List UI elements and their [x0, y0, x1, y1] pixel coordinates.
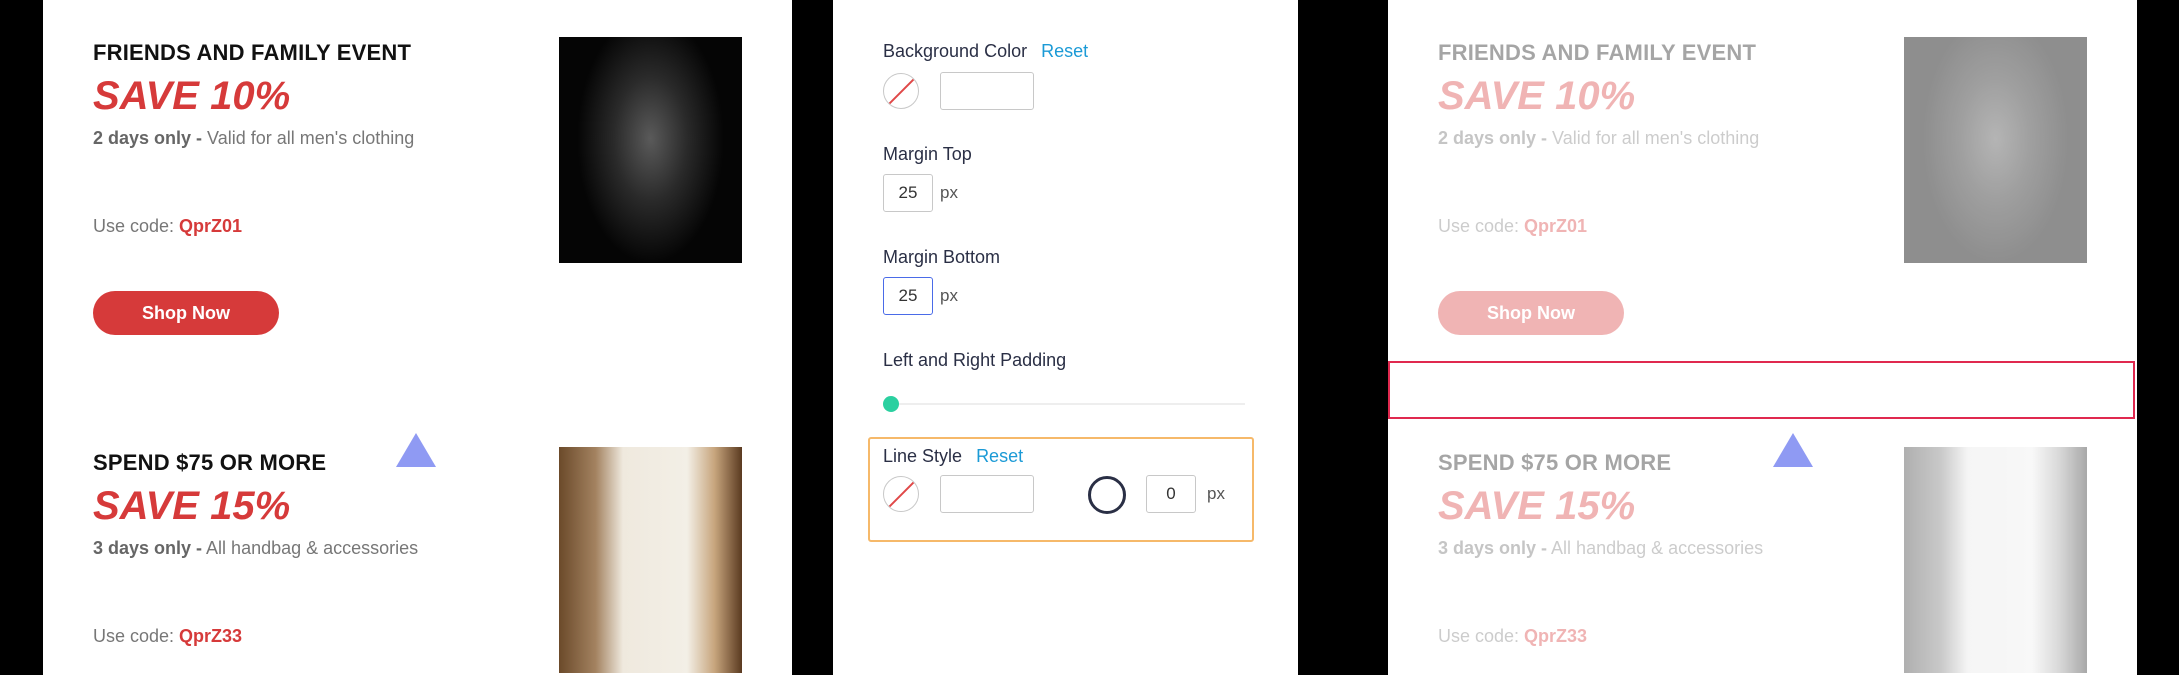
promo-code: QprZ33 [179, 626, 243, 646]
promo-code: QprZ33 [1524, 626, 1588, 646]
promo-code-line: Use code: QprZ01 [1438, 216, 1588, 236]
promo-code-line: Use code: QprZ33 [1438, 626, 1588, 646]
handbag-photo [1904, 447, 2087, 673]
promo-code-line: Use code: QprZ33 [93, 626, 243, 646]
padding-slider[interactable] [883, 403, 1245, 405]
line-color-input[interactable] [940, 475, 1034, 513]
promo-code: QprZ01 [179, 216, 243, 236]
padding-label: Left and Right Padding [883, 350, 1067, 370]
promo-code-line: Use code: QprZ01 [93, 216, 243, 236]
man-photo [559, 37, 742, 263]
background-color-input[interactable] [940, 72, 1034, 110]
line-width-unit: px [1207, 484, 1225, 503]
background-color-label: Background Color Reset [883, 41, 1089, 61]
margin-bottom-label: Margin Bottom [883, 247, 1001, 267]
line-style-label: Line Style Reset [883, 446, 1024, 466]
margin-top-input[interactable]: 25 [883, 174, 933, 212]
background-color-reset-link[interactable]: Reset [1041, 41, 1088, 61]
settings-panel: Background Color Reset Margin Top 25 px M… [833, 0, 1298, 675]
man-photo [1904, 37, 2087, 263]
no-color-swatch-icon[interactable] [883, 476, 919, 512]
promo-code: QprZ01 [1524, 216, 1588, 236]
selected-divider-block[interactable] [1388, 361, 2135, 419]
handbag-photo [559, 447, 742, 673]
email-preview-panel: FRIENDS AND FAMILY EVENT SAVE 10% 2 days… [43, 0, 792, 675]
shop-now-button[interactable]: Shop Now [93, 291, 279, 335]
margin-bottom-unit: px [940, 286, 958, 305]
line-width-input[interactable]: 0 [1146, 475, 1196, 513]
insert-marker-icon[interactable] [396, 433, 436, 467]
margin-top-unit: px [940, 183, 958, 202]
email-preview-panel-faded: FRIENDS AND FAMILY EVENT SAVE 10% 2 days… [1388, 0, 2137, 675]
line-style-circle-icon[interactable] [1088, 476, 1126, 514]
margin-top-label: Margin Top [883, 144, 972, 164]
line-style-reset-link[interactable]: Reset [976, 446, 1023, 466]
insert-marker-icon[interactable] [1773, 433, 1813, 467]
margin-bottom-input[interactable]: 25 [883, 277, 933, 315]
padding-slider-handle[interactable] [883, 396, 899, 412]
no-color-swatch-icon[interactable] [883, 73, 919, 109]
shop-now-button[interactable]: Shop Now [1438, 291, 1624, 335]
